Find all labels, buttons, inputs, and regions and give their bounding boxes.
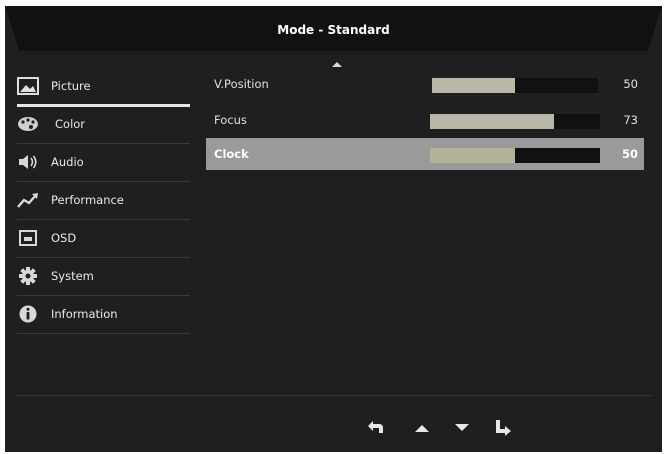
osd-menu: Mode - Standard Picture Color Audio Perf… bbox=[5, 6, 662, 452]
performance-chart-icon bbox=[17, 193, 38, 208]
setting-row-focus[interactable]: Focus 73 bbox=[206, 104, 644, 136]
info-icon bbox=[19, 305, 37, 323]
sidebar-item-information[interactable]: Information bbox=[5, 296, 192, 334]
sidebar-item-label: Information bbox=[51, 307, 118, 321]
setting-label: Focus bbox=[214, 113, 247, 127]
sidebar-item-label: Audio bbox=[51, 155, 84, 169]
gear-icon bbox=[19, 267, 37, 285]
level-bar[interactable] bbox=[430, 148, 600, 163]
setting-value: 73 bbox=[623, 113, 638, 127]
setting-row-vposition[interactable]: V.Position 50 bbox=[206, 68, 644, 100]
level-fill bbox=[430, 114, 555, 129]
sidebar-item-picture[interactable]: Picture bbox=[5, 68, 192, 107]
sidebar-item-label: OSD bbox=[51, 231, 77, 245]
sidebar-item-label: Performance bbox=[51, 193, 124, 207]
level-fill bbox=[430, 148, 515, 163]
osd-window-icon bbox=[19, 230, 37, 246]
sidebar-item-performance[interactable]: Performance bbox=[5, 182, 192, 220]
page-title: Mode - Standard bbox=[277, 23, 390, 37]
sidebar-item-label: Picture bbox=[51, 79, 91, 93]
setting-value: 50 bbox=[623, 77, 638, 91]
sidebar-item-osd[interactable]: OSD bbox=[5, 220, 192, 258]
scroll-up-icon[interactable] bbox=[332, 62, 342, 67]
setting-value: 50 bbox=[621, 147, 638, 161]
level-fill bbox=[432, 78, 515, 93]
sidebar-item-color[interactable]: Color bbox=[5, 106, 192, 144]
sidebar-item-system[interactable]: System bbox=[5, 258, 192, 296]
picture-icon bbox=[17, 77, 39, 95]
level-bar[interactable] bbox=[430, 114, 600, 129]
speaker-icon bbox=[19, 155, 37, 169]
sidebar-item-audio[interactable]: Audio bbox=[5, 144, 192, 182]
setting-row-clock[interactable]: Clock 50 bbox=[206, 138, 644, 170]
level-bar[interactable] bbox=[432, 78, 598, 93]
up-arrow-icon[interactable] bbox=[414, 418, 430, 438]
down-arrow-icon[interactable] bbox=[454, 418, 470, 438]
setting-label: Clock bbox=[214, 147, 249, 161]
sidebar-item-label: System bbox=[51, 269, 94, 283]
enter-arrow-icon[interactable] bbox=[493, 418, 513, 438]
palette-icon bbox=[18, 117, 38, 131]
footer-divider bbox=[15, 395, 652, 396]
sidebar-item-label: Color bbox=[55, 117, 86, 131]
setting-label: V.Position bbox=[214, 77, 269, 91]
back-arrow-icon[interactable] bbox=[367, 418, 387, 438]
sidebar: Picture Color Audio Performance OSD Syst… bbox=[5, 68, 192, 334]
